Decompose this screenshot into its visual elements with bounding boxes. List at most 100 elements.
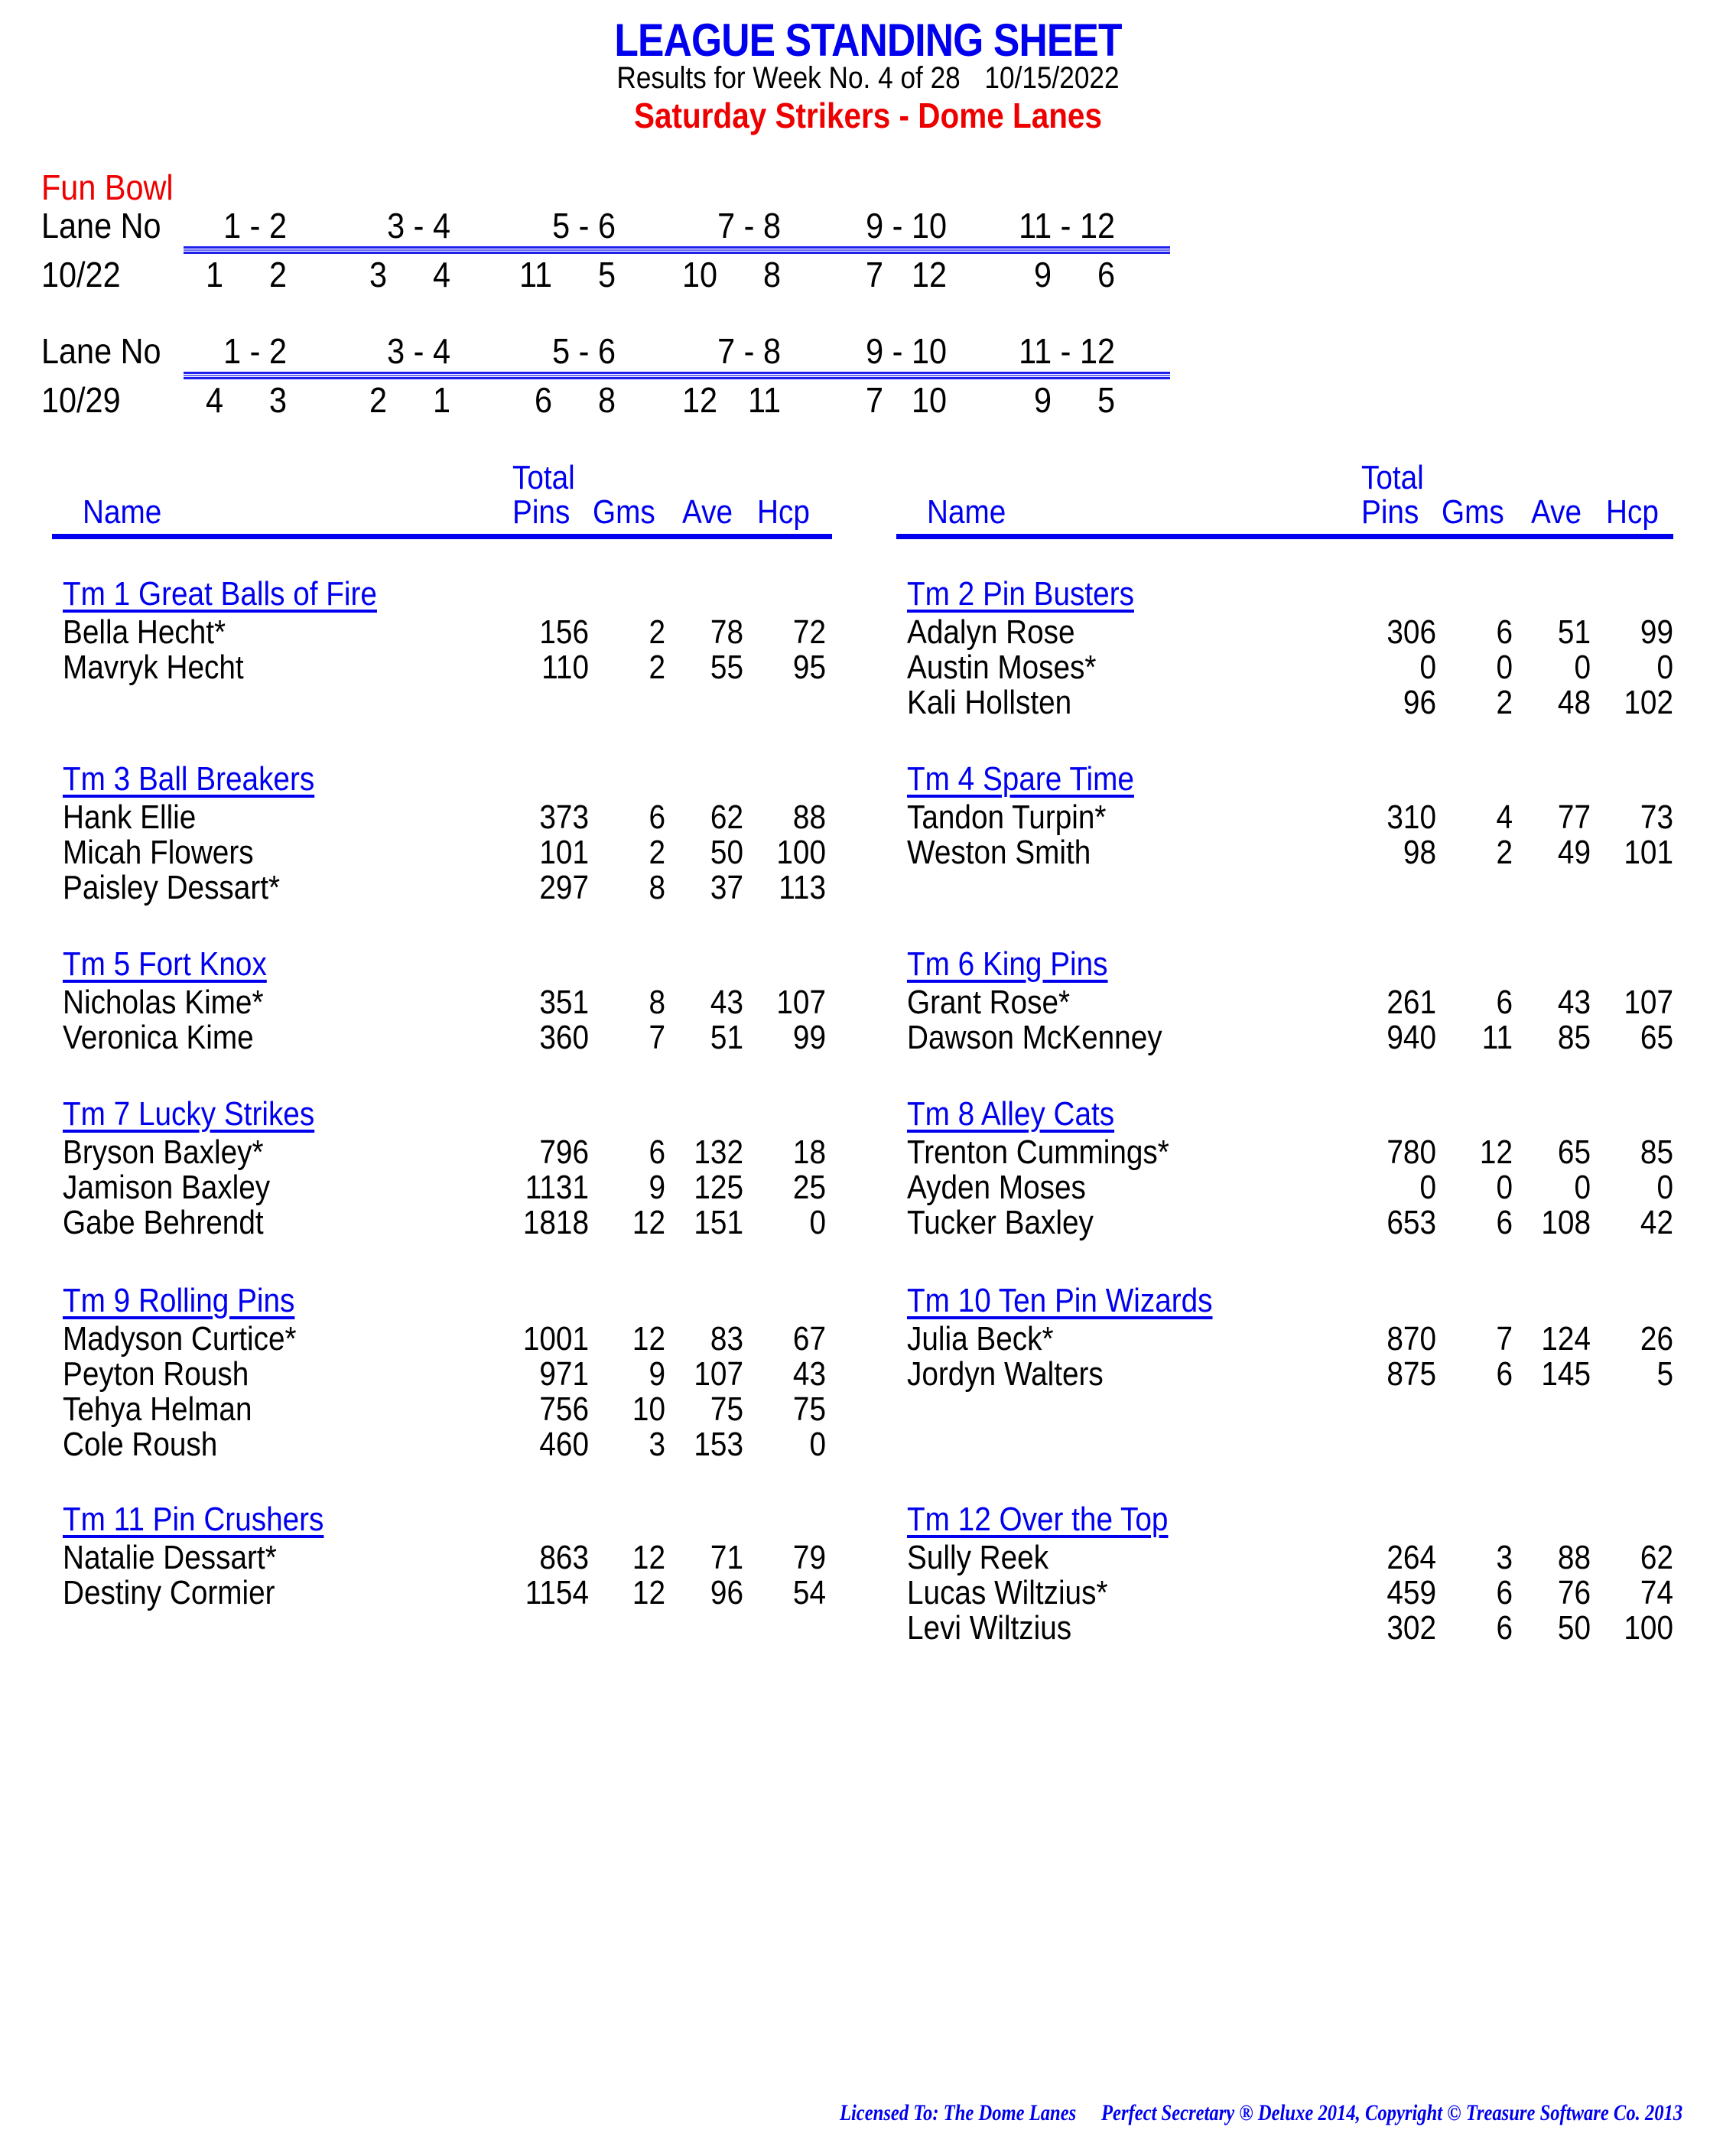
team-name[interactable]: Tm 1 Great Balls of Fire [63, 575, 377, 613]
player-hcp: 100 [1624, 1609, 1673, 1647]
team-name[interactable]: Tm 9 Rolling Pins [63, 1282, 294, 1320]
name-header-left: Name [83, 493, 162, 531]
lane-pair-header: 3 - 4 [387, 206, 450, 246]
lane-team-number: 9 [1033, 380, 1052, 420]
license-text: Licensed To: The Dome Lanes [839, 2100, 1077, 2125]
lane-pair-header: 11 - 12 [1019, 206, 1115, 246]
player-hcp: 107 [1624, 984, 1673, 1021]
lane-no-label: Lane No [41, 206, 161, 246]
gms-header-right: Gms [1442, 493, 1504, 531]
team-name[interactable]: Tm 6 King Pins [907, 945, 1108, 984]
lane-team-number: 3 [369, 255, 387, 294]
pins-header-right: Pins [1361, 493, 1419, 531]
player-name: Sully Reek [907, 1539, 1049, 1576]
player-name: Tehya Helman [63, 1390, 252, 1428]
lane-team-number: 6 [1097, 255, 1115, 294]
team-name[interactable]: Tm 5 Fort Knox [63, 945, 267, 984]
lane-pair-header: 3 - 4 [387, 331, 450, 371]
lane-team-number: 12 [681, 380, 717, 420]
team-name[interactable]: Tm 4 Spare Time [907, 760, 1134, 798]
footer: Licensed To: The Dome Lanes Perfect Secre… [840, 2100, 1682, 2126]
team-name[interactable]: Tm 8 Alley Cats [907, 1095, 1114, 1133]
results-label: Results for Week No. 4 of 28 [616, 61, 961, 95]
ave-header-left: Ave [682, 493, 733, 531]
player-name: Austin Moses* [907, 649, 1097, 686]
team-name[interactable]: Tm 2 Pin Busters [907, 575, 1134, 613]
player-hcp: 65 [1640, 1019, 1673, 1056]
schedule-date: 10/22 [41, 255, 121, 294]
player-name: Ayden Moses [907, 1169, 1086, 1206]
player-hcp: 72 [792, 613, 826, 651]
team-name[interactable]: Tm 11 Pin Crushers [63, 1501, 323, 1539]
player-name: Jordyn Walters [907, 1355, 1104, 1393]
lane-team-number: 11 [519, 255, 552, 294]
lane-pair-header: 7 - 8 [717, 331, 781, 371]
player-hcp: 95 [792, 649, 826, 686]
player-name: Destiny Cormier [63, 1574, 275, 1611]
lane-team-number: 11 [748, 380, 781, 420]
lane-team-number: 10 [911, 380, 947, 420]
player-hcp: 18 [792, 1133, 826, 1171]
team-name[interactable]: Tm 10 Ten Pin Wizards [907, 1282, 1213, 1320]
lane-team-number: 1 [432, 380, 450, 420]
player-hcp: 99 [1640, 613, 1673, 651]
team-name[interactable]: Tm 3 Ball Breakers [63, 760, 314, 798]
lane-pair-header: 5 - 6 [552, 206, 616, 246]
player-hcp: 25 [792, 1169, 826, 1206]
team-name[interactable]: Tm 12 Over the Top [907, 1501, 1168, 1539]
total-header-left: Total [512, 459, 575, 496]
lane-team-number: 5 [1097, 380, 1115, 420]
player-name: Levi Wiltzius [907, 1609, 1072, 1647]
player-name: Paisley Dessart* [63, 869, 281, 906]
player-hcp: 99 [792, 1019, 826, 1056]
player-name: Micah Flowers [63, 834, 254, 871]
team-name[interactable]: Tm 7 Lucky Strikes [63, 1095, 314, 1133]
lane-team-number: 3 [268, 380, 287, 420]
lane-pair-header: 9 - 10 [866, 206, 947, 246]
player-name: Kali Hollsten [907, 684, 1072, 721]
player-hcp: 42 [1640, 1204, 1673, 1241]
lane-team-number: 9 [1033, 255, 1052, 294]
player-name: Trenton Cummings* [907, 1133, 1169, 1171]
player-name: Julia Beck* [907, 1320, 1054, 1358]
total-header-right: Total [1361, 459, 1424, 496]
schedule-date: 10/29 [41, 380, 121, 420]
header-underline-left [52, 534, 832, 539]
player-name: Grant Rose* [907, 984, 1071, 1021]
header-underline-right [896, 534, 1673, 539]
player-name: Bella Hecht* [63, 613, 226, 651]
lane-team-number: 10 [681, 255, 717, 294]
player-hcp: 88 [792, 798, 826, 836]
player-hcp: 0 [809, 1426, 826, 1463]
player-hcp: 100 [776, 834, 826, 871]
player-name: Weston Smith [907, 834, 1091, 871]
lane-team-number: 2 [268, 255, 287, 294]
player-hcp: 79 [792, 1539, 826, 1576]
lane-team-number: 5 [597, 255, 616, 294]
player-name: Bryson Baxley* [63, 1133, 264, 1171]
player-name: Nicholas Kime* [63, 984, 264, 1021]
player-hcp: 43 [792, 1355, 826, 1393]
player-hcp: 67 [792, 1320, 826, 1358]
lane-pair-header: 7 - 8 [717, 206, 781, 246]
player-hcp: 107 [776, 984, 826, 1021]
player-name: Natalie Dessart* [63, 1539, 277, 1576]
lane-pair-header: 9 - 10 [866, 331, 947, 371]
lane-section-title: Fun Bowl [41, 167, 174, 207]
player-name: Veronica Kime [63, 1019, 254, 1056]
player-name: Madyson Curtice* [63, 1320, 297, 1358]
player-hcp: 85 [1640, 1133, 1673, 1171]
player-hcp: 101 [1624, 834, 1673, 871]
player-hcp: 26 [1640, 1320, 1673, 1358]
page-title: LEAGUE STANDING SHEET [614, 15, 1122, 66]
player-hcp: 0 [809, 1204, 826, 1241]
player-name: Gabe Behrendt [63, 1204, 264, 1241]
lane-team-number: 2 [369, 380, 387, 420]
player-name: Adalyn Rose [907, 613, 1075, 651]
lane-team-number: 8 [762, 255, 781, 294]
lane-team-number: 4 [205, 380, 223, 420]
player-hcp: 102 [1624, 684, 1673, 721]
player-hcp: 5 [1656, 1355, 1673, 1393]
lane-team-number: 7 [865, 380, 883, 420]
player-hcp: 75 [792, 1390, 826, 1428]
